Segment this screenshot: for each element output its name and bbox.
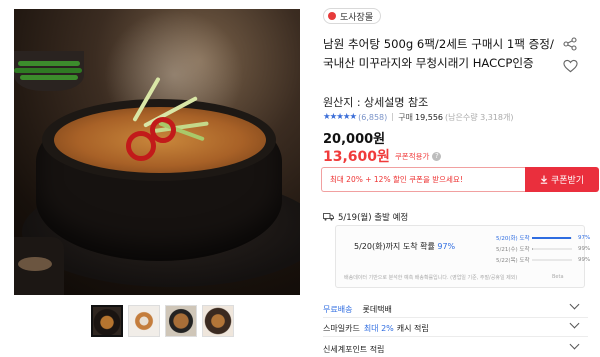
coupon-price: 13,600원 (323, 149, 390, 165)
departure-date: 5/19(월) 출발 예정 (338, 213, 409, 223)
product-info-panel: 도사장몰 남원 추어탕 500g 6팩/2세트 구매시 1팩 증정/국내산 미꾸… (321, 0, 600, 357)
coupon-banner: 최대 20% + 12% 할인 쿠폰을 받으세요! 쿠폰받기 (321, 167, 599, 192)
coupon-price-tag: 쿠폰적용가 (394, 151, 430, 161)
red-pepper (150, 117, 176, 143)
forecast-row-value: 99% (578, 257, 591, 263)
remaining-stock: (남은수량 3,318개) (445, 112, 514, 122)
carrier-name: 롯데택배 (362, 305, 392, 314)
store-logo-icon (328, 12, 336, 20)
forecast-row-bar (532, 237, 572, 239)
forecast-row-bar (532, 248, 572, 250)
thumbnail-3[interactable] (165, 305, 197, 337)
origin-info: 원산지 : 상세설명 참조 (323, 96, 429, 109)
help-icon[interactable]: ? (432, 151, 442, 161)
side-dish-chives (14, 51, 84, 91)
smile-card-label: 스마일카드 (323, 324, 360, 333)
thumbnail-strip (91, 305, 234, 337)
divider (323, 317, 588, 318)
truck-icon (323, 213, 334, 221)
shipping-method-row[interactable]: 무료배송 롯데택배 (323, 299, 580, 315)
share-icon[interactable] (563, 37, 577, 51)
forecast-footnote: 배송데이터 기반으로 분석한 예측 배송확률입니다. (영업일 기준, 주말/공… (344, 274, 564, 281)
purchase-count: 구매 19,556 (398, 112, 443, 123)
arrival-forecast-box: 5/20(화)까지 도착 확률 97% 5/20(화) 도착 97% 5/21(수)… (335, 225, 590, 288)
chevron-down-icon (569, 339, 580, 350)
divider (323, 336, 588, 337)
beta-badge: Beta (552, 274, 564, 280)
shinsegae-points-row[interactable]: 신세계포인트 적립 (323, 339, 580, 355)
forecast-footnote-text: 배송데이터 기반으로 분석한 예측 배송확률입니다. (영업일 기준, 주말/공… (344, 275, 518, 281)
original-price: 20,000원 (323, 132, 386, 147)
forecast-row-date: 5/21(수) 도착 (496, 247, 530, 253)
smile-card-row[interactable]: 스마일카드 최대 2% 캐시 적립 (323, 318, 580, 334)
get-coupon-button[interactable]: 쿠폰받기 (525, 167, 599, 192)
coupon-price-row: 13,600원 쿠폰적용가 ? (323, 146, 442, 166)
forecast-row: 5/22(목) 도착 99% (496, 256, 590, 264)
get-coupon-label: 쿠폰받기 (550, 176, 585, 186)
arrival-probability-label: 5/20(화)까지 도착 확률 (354, 242, 435, 251)
shinsegae-points-label: 신세계포인트 적립 (323, 345, 385, 354)
brand-store-link[interactable]: 도사장몰 (323, 8, 382, 24)
arrival-probability: 5/20(화)까지 도착 확률 97% (354, 241, 455, 252)
forecast-row: 5/21(수) 도착 99% (496, 245, 590, 253)
rating-summary: ★★★★★ (6,858) 구매 19,556 (남은수량 3,318개) (323, 112, 514, 122)
forecast-row-bar-fill (532, 248, 533, 250)
forecast-row-date: 5/20(화) 도착 (496, 236, 530, 242)
smile-card-suffix: 캐시 적립 (396, 324, 429, 333)
forecast-row: 5/20(화) 도착 97% (496, 234, 590, 242)
delivery-schedule: 5/19(월) 출발 예정 (323, 211, 408, 223)
heart-icon[interactable] (563, 59, 578, 73)
brand-name: 도사장몰 (340, 12, 374, 23)
purchase-number: 19,556 (415, 112, 443, 122)
review-count-link[interactable]: (6,858) (358, 113, 387, 122)
thumbnail-4[interactable] (202, 305, 234, 337)
thumbnail-2[interactable] (128, 305, 160, 337)
product-title: 남원 추어탕 500g 6팩/2세트 구매시 1팩 증정/국내산 미꾸라지와 무… (323, 37, 554, 70)
forecast-row-bar (532, 259, 572, 261)
divider (392, 113, 394, 121)
coupon-message: 최대 20% + 12% 할인 쿠폰을 받으세요! (321, 167, 525, 192)
forecast-row-bar-fill (532, 237, 571, 239)
smile-card-rate: 최대 2% (363, 324, 394, 333)
forecast-row-value: 97% (578, 235, 591, 241)
thumbnail-1[interactable] (91, 305, 123, 337)
side-dish-seasoning (14, 237, 64, 295)
download-icon (540, 175, 548, 184)
forecast-row-value: 99% (578, 246, 591, 252)
arrival-probability-value: 97% (437, 242, 456, 251)
purchase-label: 구매 (398, 112, 413, 122)
free-shipping-label: 무료배송 (323, 305, 353, 314)
chevron-down-icon (569, 318, 580, 329)
chevron-down-icon (569, 299, 580, 310)
product-main-image[interactable] (14, 9, 300, 295)
star-rating-icon: ★★★★★ (323, 112, 357, 122)
forecast-row-date: 5/22(목) 도착 (496, 258, 530, 264)
